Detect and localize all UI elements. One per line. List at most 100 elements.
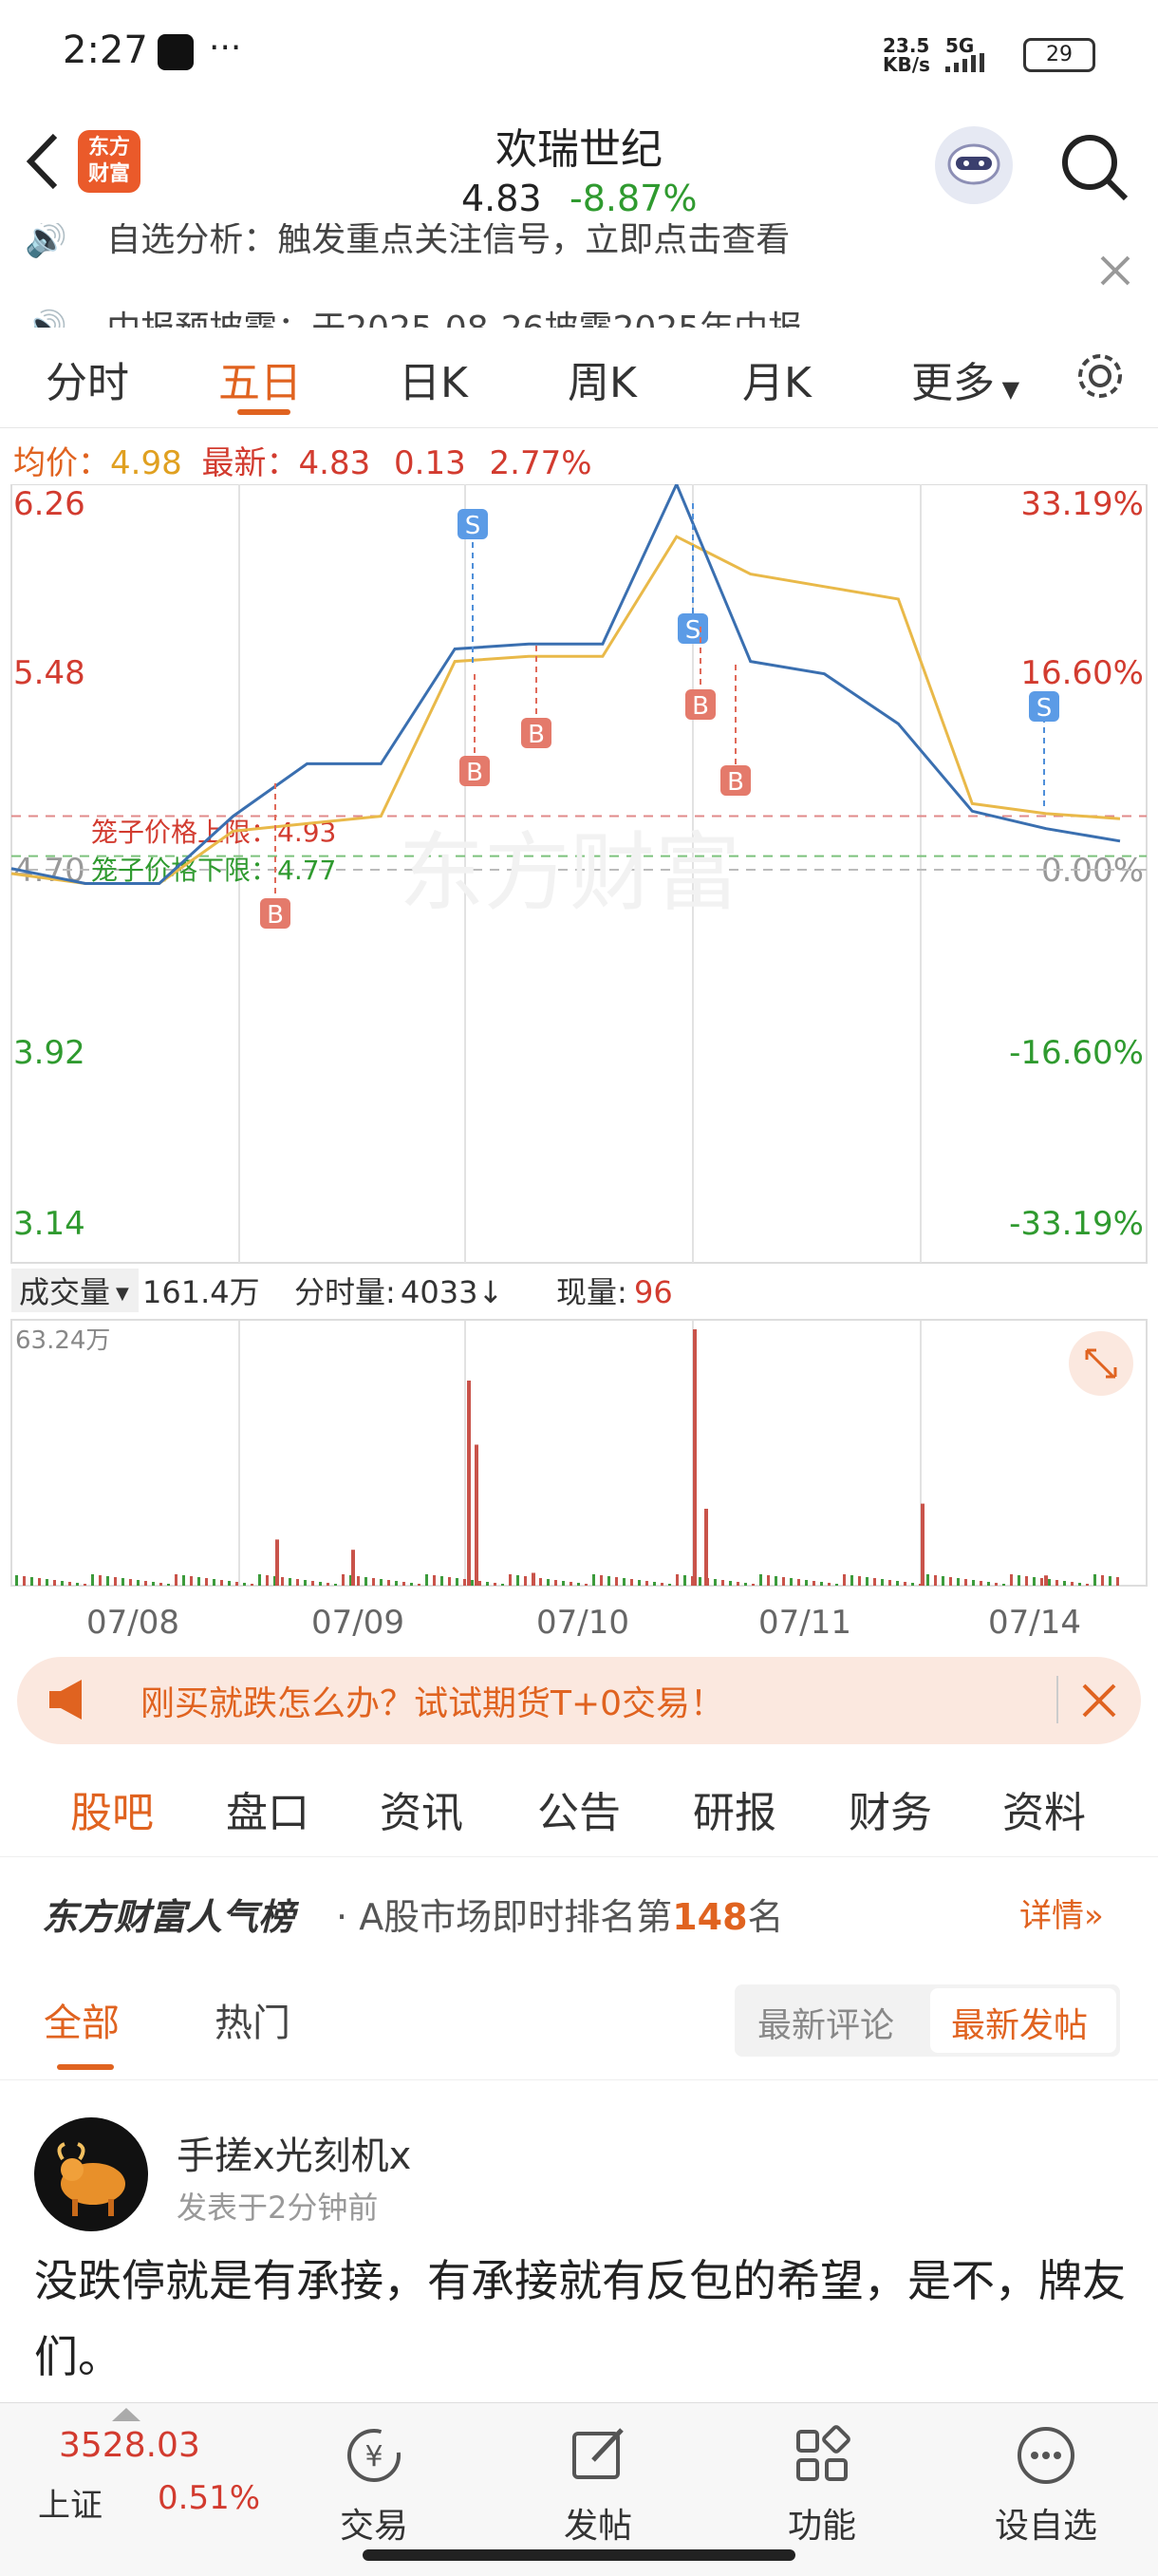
price-info-line: 均价：4.98 最新：4.83 0.13 2.77% <box>13 444 592 482</box>
current-volume: 96 <box>634 1274 673 1310</box>
tab-pankou[interactable]: 盘口 <box>226 1778 309 1839</box>
volume-bar <box>843 1574 846 1586</box>
rank-brand: 东方财富人气榜 <box>42 1896 295 1938</box>
edit-icon <box>572 2428 624 2479</box>
collapse-arrow-icon[interactable] <box>112 2407 140 2425</box>
volume-bar <box>289 1578 291 1586</box>
volume-bar <box>144 1581 147 1586</box>
tab-announcements[interactable]: 公告 <box>537 1778 621 1839</box>
volume-bar <box>197 1577 200 1586</box>
volume-bar <box>645 1581 648 1586</box>
volume-bar <box>159 1583 162 1586</box>
volume-bar <box>782 1577 785 1586</box>
volume-bar <box>167 1584 170 1586</box>
volume-bar <box>964 1579 967 1586</box>
functions-button[interactable]: 功能 <box>756 2422 888 2548</box>
notice-item[interactable]: 🔊 中报预披露：于2025-08-26披露2025年中报 <box>25 301 802 328</box>
volume-bar <box>630 1579 633 1586</box>
tab-research[interactable]: 研报 <box>693 1778 776 1839</box>
tab-news[interactable]: 资讯 <box>380 1778 463 1839</box>
volume-bar <box>1116 1577 1119 1586</box>
volume-bar <box>957 1578 960 1586</box>
post-item[interactable]: 手搓x光刻机x 发表于2分钟前 没跌停就是有承接，有承接就有反包的希望，是不，牌… <box>0 2089 1158 2402</box>
robot-avatar-icon[interactable] <box>935 126 1013 204</box>
chart-panel[interactable]: 均价：4.98 最新：4.83 0.13 2.77% 6.26 5.48 4.7… <box>0 427 1158 1643</box>
volume-bar <box>873 1578 876 1586</box>
index-value[interactable]: 3528.03 <box>59 2426 200 2465</box>
tab-profile[interactable]: 资料 <box>1002 1778 1086 1839</box>
search-icon[interactable] <box>1055 128 1131 208</box>
volume-bar <box>342 1574 345 1586</box>
five-day-chart[interactable]: 6.26 5.48 4.70 3.92 3.14 33.19% 16.60% 0… <box>0 484 1158 1671</box>
volume-bar <box>311 1581 314 1586</box>
tab-guba[interactable]: 股吧 <box>70 1778 154 1839</box>
sort-latest-comment[interactable]: 最新评论 <box>757 1998 894 2047</box>
current-volume-label: 现量: <box>556 1274 627 1310</box>
volume-bar <box>661 1583 663 1586</box>
close-notice-icon[interactable] <box>1096 252 1134 293</box>
price-axis-label: 6.26 <box>13 485 85 523</box>
volume-bar <box>425 1574 428 1586</box>
volume-bar <box>137 1580 140 1586</box>
notice-item[interactable]: 🔊 自选分析：触发重点关注信号，立即点击查看 <box>25 223 790 261</box>
filter-all[interactable]: 全部 <box>44 1992 120 2047</box>
volume-bar <box>896 1581 899 1586</box>
pct-axis-label: -16.60% <box>1009 1034 1144 1072</box>
volume-bar <box>828 1583 831 1586</box>
volume-bar <box>1002 1584 1005 1586</box>
close-ad-icon[interactable] <box>1080 1682 1118 1723</box>
volume-bar <box>607 1576 610 1586</box>
avatar[interactable] <box>34 2117 148 2231</box>
trade-button[interactable]: ¥ 交易 <box>308 2422 440 2548</box>
dropdown-arrow-icon: ▼ <box>116 1284 129 1304</box>
volume-bar <box>494 1583 496 1586</box>
volume-bar <box>235 1582 238 1586</box>
volume-bar <box>1010 1574 1013 1586</box>
volume-bar <box>797 1579 800 1586</box>
ad-text[interactable]: 刚买就跌怎么办？试试期货T+0交易！ <box>140 1676 724 1725</box>
bottom-toolbar: 3528.03 上证 0.51% ¥ 交易 发帖 功能 设自选 <box>0 2402 1158 2576</box>
volume-bar <box>106 1576 109 1586</box>
volume-bar <box>175 1574 177 1586</box>
volume-bar <box>1071 1582 1074 1586</box>
svg-text:S: S <box>465 512 481 540</box>
volume-bar <box>668 1584 671 1586</box>
volume-bar <box>623 1578 626 1586</box>
tab-daily-k[interactable]: 日K <box>399 348 468 409</box>
rank-detail-link[interactable]: 详情» <box>1019 1890 1104 1936</box>
tab-intraday[interactable]: 分时 <box>46 348 129 409</box>
volume-bar <box>1055 1580 1058 1586</box>
svg-text:S: S <box>1037 694 1053 723</box>
add-watchlist-button[interactable]: 设自选 <box>980 2422 1112 2548</box>
tab-five-day[interactable]: 五日 <box>218 348 302 409</box>
pct-axis-label: 16.60% <box>1020 654 1144 692</box>
more-notifications-icon: ··· <box>209 28 242 67</box>
post-button[interactable]: 发帖 <box>532 2422 664 2548</box>
tab-monthly-k[interactable]: 月K <box>742 348 812 409</box>
volume-bar <box>152 1582 155 1586</box>
tab-more[interactable]: 更多 ▼ <box>911 348 1019 409</box>
post-username[interactable]: 手搓x光刻机x <box>177 2125 411 2180</box>
volume-bar <box>767 1575 770 1586</box>
volume-bar <box>638 1580 641 1586</box>
popularity-rank-row[interactable]: 东方财富人气榜 · A股市场即时排名第148名 详情» <box>0 1861 1158 1956</box>
post-content[interactable]: 没跌停就是有承接，有承接就有反包的希望，是不，牌友们。 <box>34 2243 1126 2395</box>
sort-latest-post[interactable]: 最新发帖 <box>951 1998 1088 2047</box>
date-axis-label: 07/08 <box>86 1604 179 1642</box>
volume-bar <box>972 1580 975 1586</box>
volume-bar <box>721 1580 724 1586</box>
notice-ticker[interactable]: 🔊 自选分析：触发重点关注信号，立即点击查看 🔊 中报预披露：于2025-08-… <box>0 223 1158 328</box>
volume-bar <box>213 1579 215 1586</box>
top-nav: 东方 财富 欢瑞世纪 4.83 -8.87% <box>0 109 1158 228</box>
volume-bar <box>475 1444 478 1586</box>
volume-bar <box>440 1576 443 1586</box>
tab-finance[interactable]: 财务 <box>849 1778 932 1839</box>
volume-bar <box>744 1583 747 1586</box>
tab-weekly-k[interactable]: 周K <box>568 348 637 409</box>
futures-ad-banner[interactable]: 刚买就跌怎么办？试试期货T+0交易！ <box>17 1657 1141 1744</box>
filter-hot[interactable]: 热门 <box>215 1992 290 2047</box>
date-axis-label: 07/09 <box>311 1604 404 1642</box>
settings-gear-icon[interactable] <box>1073 348 1128 407</box>
volume-bar <box>547 1579 550 1586</box>
volume-bar <box>1078 1583 1081 1586</box>
